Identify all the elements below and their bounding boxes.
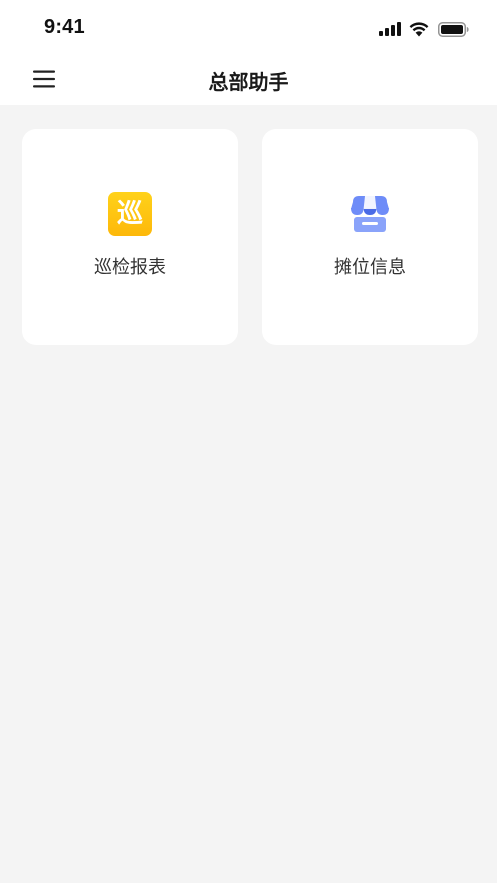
navigation-bar: 总部助手 [0,56,497,105]
status-bar: 9:41 [0,0,497,56]
storefront-icon [348,192,392,236]
inspection-report-icon-glyph: 巡 [108,192,152,236]
status-icons [379,18,469,40]
battery-icon [438,21,469,37]
booth-info-card[interactable]: 摊位信息 [262,129,478,345]
signal-icon [379,22,401,36]
page-title: 总部助手 [208,70,289,94]
top-bar: 9:41 总部助手 [0,0,497,105]
inspection-report-label: 巡检报表 [94,257,166,278]
booth-info-label: 摊位信息 [334,257,406,278]
inspection-report-icon: 巡 [108,192,152,236]
wifi-icon [409,21,429,37]
status-time: 9:41 [44,16,85,38]
inspection-report-card[interactable]: 巡 巡检报表 [22,129,238,345]
